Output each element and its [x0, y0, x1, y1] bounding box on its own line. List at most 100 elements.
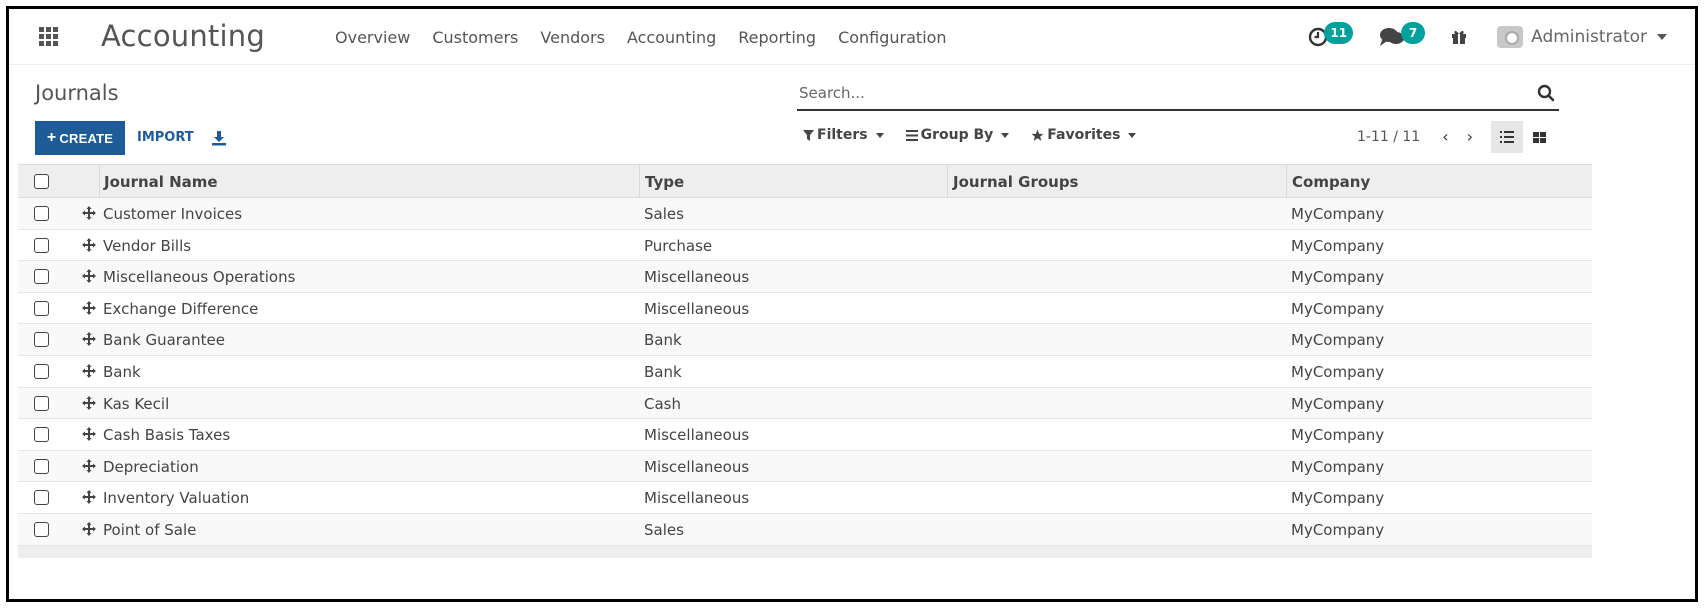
row-checkbox[interactable] — [34, 363, 49, 379]
kanban-view-button[interactable] — [1523, 121, 1555, 153]
table-row[interactable]: Cash Basis Taxes Miscellaneous MyCompany — [18, 419, 1592, 451]
table-row[interactable]: Customer Invoices Sales MyCompany — [18, 198, 1592, 230]
drag-handle-icon[interactable] — [82, 332, 96, 347]
row-checkbox[interactable] — [34, 490, 49, 506]
drag-handle-icon[interactable] — [82, 363, 96, 378]
avatar — [1497, 26, 1524, 48]
column-header-journal-groups[interactable]: Journal Groups — [953, 173, 1079, 191]
type-cell: Miscellaneous — [644, 426, 750, 445]
search-icon[interactable] — [1537, 84, 1555, 102]
breadcrumb: Journals — [35, 81, 119, 105]
group-by-dropdown[interactable]: Group By — [905, 127, 1010, 143]
company-cell: MyCompany — [1291, 426, 1385, 445]
column-divider — [947, 165, 948, 199]
create-button[interactable]: + CREATE — [35, 121, 125, 155]
chevron-left-icon[interactable]: ‹ — [1442, 127, 1448, 146]
column-divider — [1286, 165, 1287, 199]
drag-handle-icon[interactable] — [82, 237, 96, 252]
pager: 1-11 / 11 ‹ › — [1357, 127, 1473, 146]
company-cell: MyCompany — [1291, 331, 1385, 350]
messages-badge: 7 — [1401, 22, 1426, 44]
type-cell: Cash — [644, 394, 681, 413]
row-checkbox[interactable] — [34, 206, 49, 221]
type-cell: Miscellaneous — [644, 489, 750, 508]
menu-item-configuration[interactable]: Configuration — [838, 28, 947, 47]
filters-label: Filters — [817, 127, 868, 143]
type-cell: Sales — [644, 205, 684, 223]
type-cell: Bank — [644, 331, 682, 350]
menu-item-overview[interactable]: Overview — [335, 28, 410, 47]
chevron-right-icon[interactable]: › — [1467, 127, 1473, 146]
bars-icon — [905, 129, 918, 141]
drag-handle-icon[interactable] — [82, 269, 96, 284]
drag-handle-icon[interactable] — [82, 490, 96, 505]
row-checkbox[interactable] — [34, 269, 49, 285]
create-label: CREATE — [59, 130, 114, 146]
apps-menu-icon[interactable] — [39, 27, 61, 46]
drag-handle-icon[interactable] — [82, 521, 96, 536]
table-row[interactable]: Vendor Bills Purchase MyCompany — [18, 230, 1592, 262]
table-row[interactable]: Kas Kecil Cash MyCompany — [18, 387, 1592, 420]
gift-button[interactable] — [1451, 29, 1467, 45]
column-header-type[interactable]: Type — [645, 173, 684, 191]
table-row[interactable]: Depreciation Miscellaneous MyCompany — [18, 450, 1592, 483]
company-cell: MyCompany — [1291, 268, 1385, 287]
journal-name-cell: Bank — [103, 362, 141, 381]
drag-handle-icon[interactable] — [82, 458, 96, 473]
company-cell: MyCompany — [1291, 205, 1385, 223]
view-switcher — [1491, 121, 1555, 153]
search-options: Filters Group By Favorites — [803, 127, 1158, 143]
chevron-down-icon — [1001, 132, 1010, 138]
chevron-down-icon — [875, 132, 884, 138]
user-name: Administrator — [1531, 27, 1647, 47]
row-checkbox[interactable] — [34, 395, 49, 411]
menu-item-accounting[interactable]: Accounting — [627, 28, 716, 47]
row-checkbox[interactable] — [34, 332, 49, 348]
favorites-dropdown[interactable]: Favorites — [1031, 127, 1137, 143]
messages-button[interactable]: 7 — [1379, 22, 1426, 48]
activity-button[interactable]: 11 — [1308, 22, 1354, 47]
company-cell: MyCompany — [1291, 520, 1385, 539]
menu-item-customers[interactable]: Customers — [432, 28, 518, 47]
drag-handle-icon[interactable] — [82, 206, 96, 220]
company-cell: MyCompany — [1291, 394, 1385, 413]
table-row[interactable]: Bank Bank MyCompany — [18, 356, 1592, 388]
pager-value[interactable]: 1-11 / 11 — [1357, 129, 1420, 145]
company-cell: MyCompany — [1291, 299, 1385, 318]
row-checkbox[interactable] — [34, 427, 49, 443]
table-row[interactable]: Bank Guarantee Bank MyCompany — [18, 324, 1592, 356]
table-row[interactable]: Inventory Valuation Miscellaneous MyComp… — [18, 482, 1592, 514]
row-checkbox[interactable] — [34, 300, 49, 316]
select-all-checkbox[interactable] — [34, 174, 49, 189]
user-menu[interactable]: Administrator — [1497, 26, 1667, 48]
row-checkbox[interactable] — [34, 521, 49, 537]
app-title: Accounting — [101, 19, 265, 53]
company-cell: MyCompany — [1291, 236, 1385, 255]
menu-item-vendors[interactable]: Vendors — [540, 28, 605, 47]
list-view-button[interactable] — [1491, 121, 1523, 153]
systray: 11 7 Administrator — [1282, 21, 1667, 53]
journal-name-cell: Depreciation — [103, 457, 199, 476]
type-cell: Bank — [644, 362, 682, 381]
table-row[interactable]: Miscellaneous Operations Miscellaneous M… — [18, 261, 1592, 293]
download-icon[interactable] — [211, 130, 227, 146]
journal-name-cell: Kas Kecil — [103, 394, 170, 413]
drag-handle-icon[interactable] — [82, 427, 96, 442]
row-checkbox[interactable] — [34, 237, 49, 253]
drag-handle-icon[interactable] — [82, 300, 96, 315]
row-checkbox[interactable] — [34, 458, 49, 474]
column-header-journal-name[interactable]: Journal Name — [104, 173, 218, 191]
table-row[interactable]: Point of Sale Sales MyCompany — [18, 513, 1592, 546]
drag-handle-icon[interactable] — [82, 395, 96, 410]
journal-name-cell: Inventory Valuation — [103, 489, 250, 508]
company-cell: MyCompany — [1291, 489, 1385, 508]
journal-name-cell: Cash Basis Taxes — [103, 426, 231, 445]
import-button[interactable]: IMPORT — [137, 121, 194, 155]
filters-dropdown[interactable]: Filters — [803, 127, 884, 143]
menu-item-reporting[interactable]: Reporting — [738, 28, 816, 47]
search-input[interactable] — [797, 79, 1527, 107]
top-navbar: Accounting Overview Customers Vendors Ac… — [9, 9, 1695, 65]
table-row[interactable]: Exchange Difference Miscellaneous MyComp… — [18, 293, 1592, 325]
column-header-company[interactable]: Company — [1292, 173, 1370, 191]
table-body: Customer Invoices Sales MyCompany Vendor… — [18, 198, 1592, 546]
